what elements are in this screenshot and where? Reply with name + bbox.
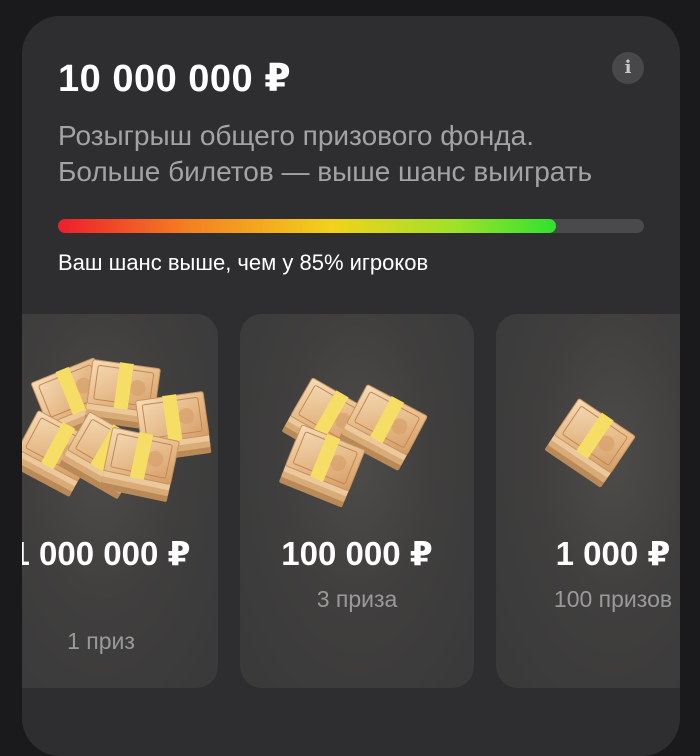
prize-count: 100 призов bbox=[553, 586, 673, 612]
money-stack-icon bbox=[543, 397, 637, 489]
chance-text: Ваш шанс выше, чем у 85% игроков bbox=[58, 250, 429, 275]
money-pile-icon bbox=[22, 356, 213, 503]
prize-carousel[interactable]: 1 000 000 ₽ 1 приз 100 000 ₽ 3 приза 1 0… bbox=[22, 314, 680, 694]
prize-card-1000000[interactable]: 1 000 000 ₽ 1 приз bbox=[22, 314, 218, 688]
chance-progress-bar bbox=[58, 219, 644, 233]
prize-fund-amount: 10 000 000 ₽ bbox=[58, 58, 292, 100]
prize-card-1000[interactable]: 1 000 ₽ 100 призов bbox=[496, 314, 680, 688]
prize-amount: 100 000 ₽ bbox=[281, 535, 433, 572]
description-line: Розыгрыш общего призового фонда. bbox=[58, 120, 534, 151]
prize-amount: 1 000 ₽ bbox=[555, 535, 671, 572]
description-line: Больше билетов — выше шанс выиграть bbox=[58, 156, 593, 187]
money-stacks-icon bbox=[278, 376, 429, 509]
prize-count: 3 приза bbox=[316, 586, 398, 612]
prize-count: 1 приз bbox=[67, 628, 135, 654]
info-icon[interactable]: i bbox=[612, 52, 644, 84]
chance-progress-fill bbox=[58, 219, 557, 233]
prize-amount: 1 000 000 ₽ bbox=[22, 535, 191, 572]
prize-card-100000[interactable]: 100 000 ₽ 3 приза bbox=[240, 314, 474, 688]
prize-fund-description: Розыгрыш общего призового фонда. Больше … bbox=[58, 118, 658, 190]
prize-fund-card: 10 000 000 ₽ i Розыгрыш общего призового… bbox=[22, 16, 680, 756]
